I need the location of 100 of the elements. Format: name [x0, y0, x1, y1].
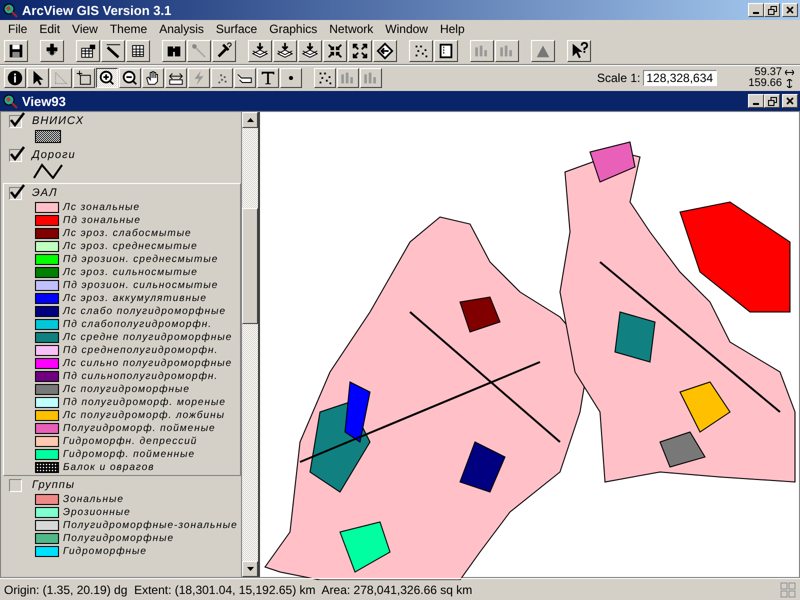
layers-icon	[251, 42, 269, 60]
class-label: Эрозионные	[63, 507, 131, 518]
class-label: Пд слабополугидроморфн.	[63, 319, 212, 330]
legend-theme[interactable]: Группы Зональные Эрозионные Полугидроморфные-зональные Полугидроморфные Гидроморфные	[1, 476, 241, 559]
toolbar-button[interactable]	[76, 40, 100, 62]
down-arrow-icon	[246, 567, 254, 571]
toolbar-button[interactable]	[373, 40, 397, 62]
class-label: Лс полугидроморфные	[63, 384, 190, 395]
menu-item[interactable]: Window	[379, 22, 434, 36]
zoom-out-icon	[121, 69, 139, 87]
y-reading: 159.66	[748, 78, 782, 89]
tool-button[interactable]	[96, 68, 118, 88]
toolbar-button[interactable]	[495, 40, 519, 62]
restore-icon	[768, 6, 776, 14]
class-label: Пд зональные	[63, 215, 141, 226]
hatch-swatch	[35, 130, 61, 143]
scroll-up-button[interactable]	[242, 112, 258, 128]
theme-checkbox[interactable]	[9, 478, 22, 492]
class-label: Зональные	[63, 494, 124, 505]
scale-field[interactable]: 128,328,634	[643, 70, 718, 86]
diamond-arrow-icon	[376, 42, 394, 60]
grip-icon	[780, 582, 796, 598]
scroll-thumb[interactable]	[242, 208, 258, 324]
toolbar-button[interactable]	[348, 40, 372, 62]
legend-theme[interactable]: ВНИИСХ	[1, 112, 241, 146]
toolbar-button[interactable]	[409, 40, 433, 62]
scroll-down-button[interactable]	[242, 561, 258, 577]
minimize-button[interactable]	[748, 94, 764, 108]
theme-name: Группы	[32, 479, 75, 491]
layers-icon	[301, 42, 319, 60]
horizontal-arrow-icon	[785, 69, 794, 76]
close-icon	[786, 6, 794, 14]
pen-icon	[104, 42, 122, 60]
toolbar-button[interactable]	[531, 40, 555, 62]
toolbar-button[interactable]	[40, 40, 64, 62]
menu-item[interactable]: File	[2, 22, 34, 36]
class-label: Гидроморфные	[63, 546, 147, 557]
theme-checkbox[interactable]	[9, 186, 22, 200]
class-label: Лс слабо полугидроморфные	[63, 306, 226, 317]
info-icon	[6, 69, 24, 87]
app-logo-icon	[2, 2, 18, 18]
x-reading: 59.37	[754, 67, 782, 78]
class-label: Лс эроз. аккумулятивные	[63, 293, 207, 304]
up-arrow-icon	[246, 118, 254, 122]
theme-checkbox[interactable]	[9, 114, 22, 128]
menu-item[interactable]: Network	[323, 22, 380, 36]
minimize-button[interactable]	[748, 3, 764, 17]
close-button[interactable]	[782, 94, 798, 108]
toolbar-button[interactable]	[126, 40, 150, 62]
menu-item[interactable]: Surface	[210, 22, 264, 36]
close-button[interactable]	[782, 3, 798, 17]
toolbar-button[interactable]	[470, 40, 494, 62]
restore-icon	[768, 96, 776, 106]
toolbar-button[interactable]	[323, 40, 347, 62]
class-label: Лс полугидроморф. ложбины	[63, 410, 225, 421]
legend-theme[interactable]	[3, 183, 241, 476]
line-symbol-icon	[33, 163, 63, 179]
menu-item[interactable]: Edit	[33, 22, 66, 36]
class-label: Лс эроз. слабосмытые	[63, 228, 192, 239]
toolbar-button[interactable]	[273, 40, 297, 62]
toolbar-button[interactable]	[567, 40, 591, 62]
theme-checkbox[interactable]	[9, 148, 22, 162]
menu-item[interactable]: Theme	[104, 22, 154, 36]
restore-button[interactable]	[764, 3, 780, 17]
rect-select-icon	[75, 69, 93, 87]
class-label: Пд эрозион. среднесмытые	[63, 254, 218, 265]
class-label: Пд полугидроморф. мореные	[63, 397, 226, 408]
class-label: Лс средне полугидроморфные	[63, 332, 232, 343]
toolbar-button[interactable]	[434, 40, 458, 62]
toolbar-button[interactable]	[101, 40, 125, 62]
table-flag-icon	[79, 42, 97, 60]
view-logo-icon	[2, 93, 18, 109]
view-title: View93	[22, 94, 67, 108]
class-label: Лс эроз. среднесмытые	[63, 241, 198, 252]
table-icon	[129, 42, 147, 60]
menu-item[interactable]: Help	[434, 22, 471, 36]
zoom-in-icon	[98, 69, 116, 87]
scale-label: Scale 1:	[596, 71, 640, 85]
class-label: Лс эроз. сильносмытые	[63, 267, 198, 278]
hammer-icon	[215, 42, 233, 60]
toolbar-button[interactable]	[187, 40, 211, 62]
menu-item[interactable]: View	[66, 22, 104, 36]
toolbar-button[interactable]	[162, 40, 186, 62]
menu-item[interactable]: Analysis	[153, 22, 210, 36]
close-icon	[786, 97, 794, 105]
class-label: Гидроморфн. депрессий	[63, 436, 198, 447]
toolbar-button[interactable]	[298, 40, 322, 62]
layers-icon	[276, 42, 294, 60]
point-icon	[288, 75, 294, 81]
restore-button[interactable]	[764, 94, 780, 108]
class-label: Полугидроморфные	[63, 533, 174, 544]
toolbar-button[interactable]	[248, 40, 272, 62]
legend-theme[interactable]: Дороги	[1, 146, 241, 183]
class-label: Полугидроморфные-зональные	[63, 520, 238, 531]
class-label: Пд сильнополугидроморфн.	[63, 371, 218, 382]
toolbar-button[interactable]	[4, 40, 28, 62]
menu-item[interactable]: Graphics	[263, 22, 324, 36]
toolbar-button[interactable]	[212, 40, 236, 62]
expand-icon	[351, 42, 369, 60]
class-label: Лс сильно полугидроморфные	[63, 358, 232, 369]
